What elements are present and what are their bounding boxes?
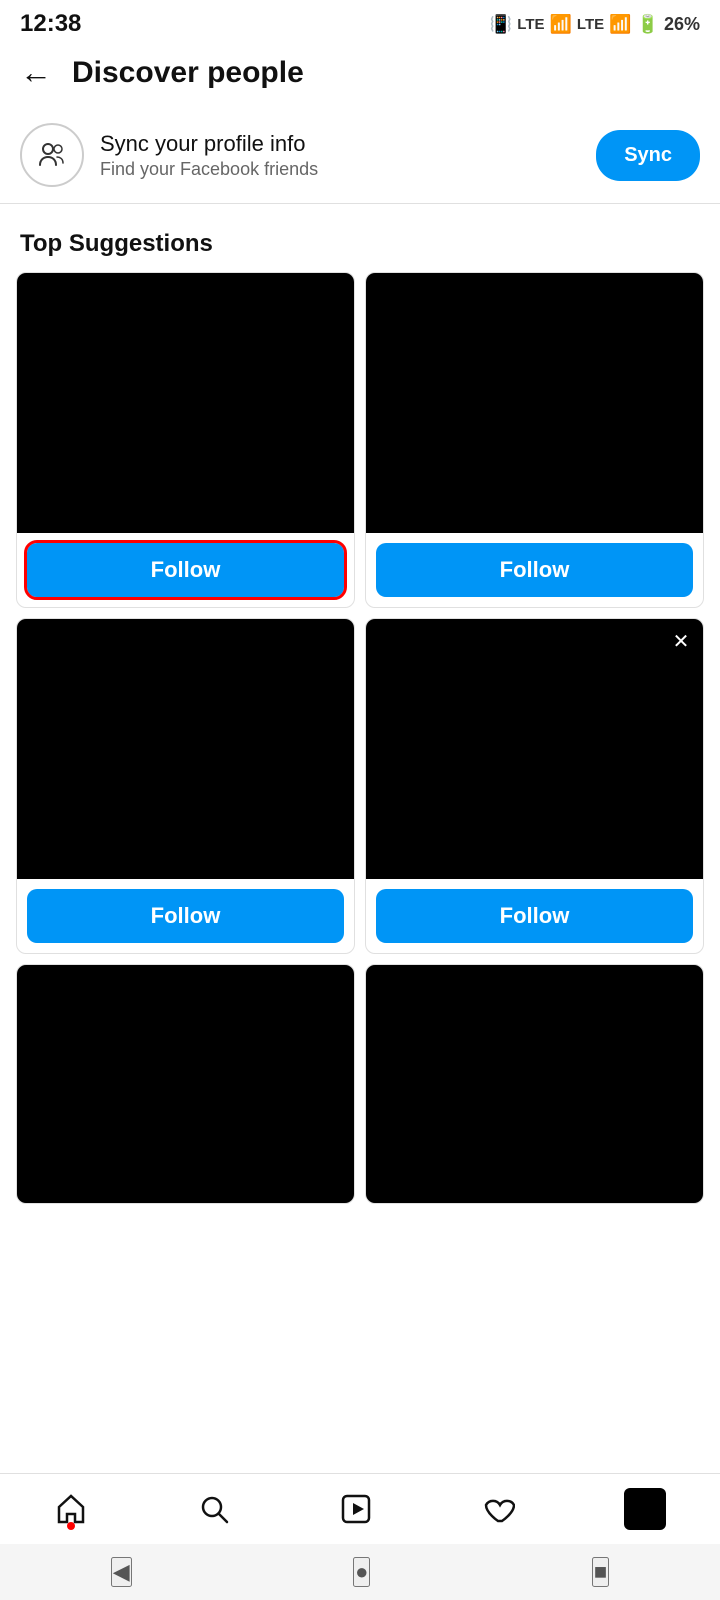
card-image-1 <box>17 273 354 533</box>
sync-subtitle: Find your Facebook friends <box>100 159 580 180</box>
suggestion-card-5 <box>16 964 355 1204</box>
sync-text-block: Sync your profile info Find your Faceboo… <box>100 131 580 180</box>
suggestions-grid: Follow Follow <box>0 272 720 608</box>
status-bar: 12:38 📳 LTE 📶 LTE 📶 🔋 26% <box>0 0 720 44</box>
suggestions-grid-row2: Follow ✕ Follow <box>0 608 720 954</box>
lte-icon: LTE <box>517 16 544 33</box>
suggestion-card-4: ✕ Follow <box>365 618 704 954</box>
battery-percent: 26% <box>664 14 700 35</box>
divider <box>0 203 720 204</box>
section-title: Top Suggestions <box>0 220 720 272</box>
lte2-icon: LTE <box>577 16 604 33</box>
follow-button-2[interactable]: Follow <box>376 543 693 597</box>
nav-profile[interactable] <box>624 1488 666 1530</box>
status-icons: 📳 LTE 📶 LTE 📶 🔋 26% <box>490 14 700 35</box>
signal-icon: 📶 <box>609 14 631 35</box>
status-time: 12:38 <box>20 10 81 38</box>
follow-button-1[interactable]: Follow <box>27 543 344 597</box>
nav-activity[interactable] <box>481 1492 515 1526</box>
android-nav-bar: ◀ ● ■ <box>0 1544 720 1600</box>
partial-cards-row <box>0 954 720 1324</box>
suggestion-card-2: Follow <box>365 272 704 608</box>
vibrate-icon: 📳 <box>490 14 512 35</box>
bottom-nav <box>0 1473 720 1544</box>
sync-banner: Sync your profile info Find your Faceboo… <box>0 107 720 203</box>
nav-home[interactable] <box>54 1492 88 1526</box>
close-icon-4[interactable]: ✕ <box>667 627 695 655</box>
sync-title: Sync your profile info <box>100 131 580 157</box>
wifi-icon: 📶 <box>549 14 571 35</box>
sync-button[interactable]: Sync <box>596 130 700 181</box>
nav-reels[interactable] <box>339 1492 373 1526</box>
home-notification-dot <box>67 1522 75 1530</box>
card-image-2 <box>366 273 703 533</box>
header: ← Discover people <box>0 44 720 107</box>
android-recents-button[interactable]: ■ <box>592 1557 609 1587</box>
sync-people-icon <box>20 123 84 187</box>
suggestion-card-3: Follow <box>16 618 355 954</box>
profile-thumbnail <box>624 1488 666 1530</box>
follow-button-4[interactable]: Follow <box>376 889 693 943</box>
suggestion-card-6 <box>365 964 704 1204</box>
card-image-4 <box>366 619 703 879</box>
page-title: Discover people <box>72 56 304 90</box>
card-image-3 <box>17 619 354 879</box>
follow-button-3[interactable]: Follow <box>27 889 344 943</box>
back-button[interactable]: ← <box>20 54 52 91</box>
android-back-button[interactable]: ◀ <box>111 1557 132 1587</box>
nav-search[interactable] <box>197 1492 231 1526</box>
battery-icon: 🔋 <box>637 14 659 35</box>
suggestion-card-1: Follow <box>16 272 355 608</box>
android-home-button[interactable]: ● <box>353 1557 370 1587</box>
